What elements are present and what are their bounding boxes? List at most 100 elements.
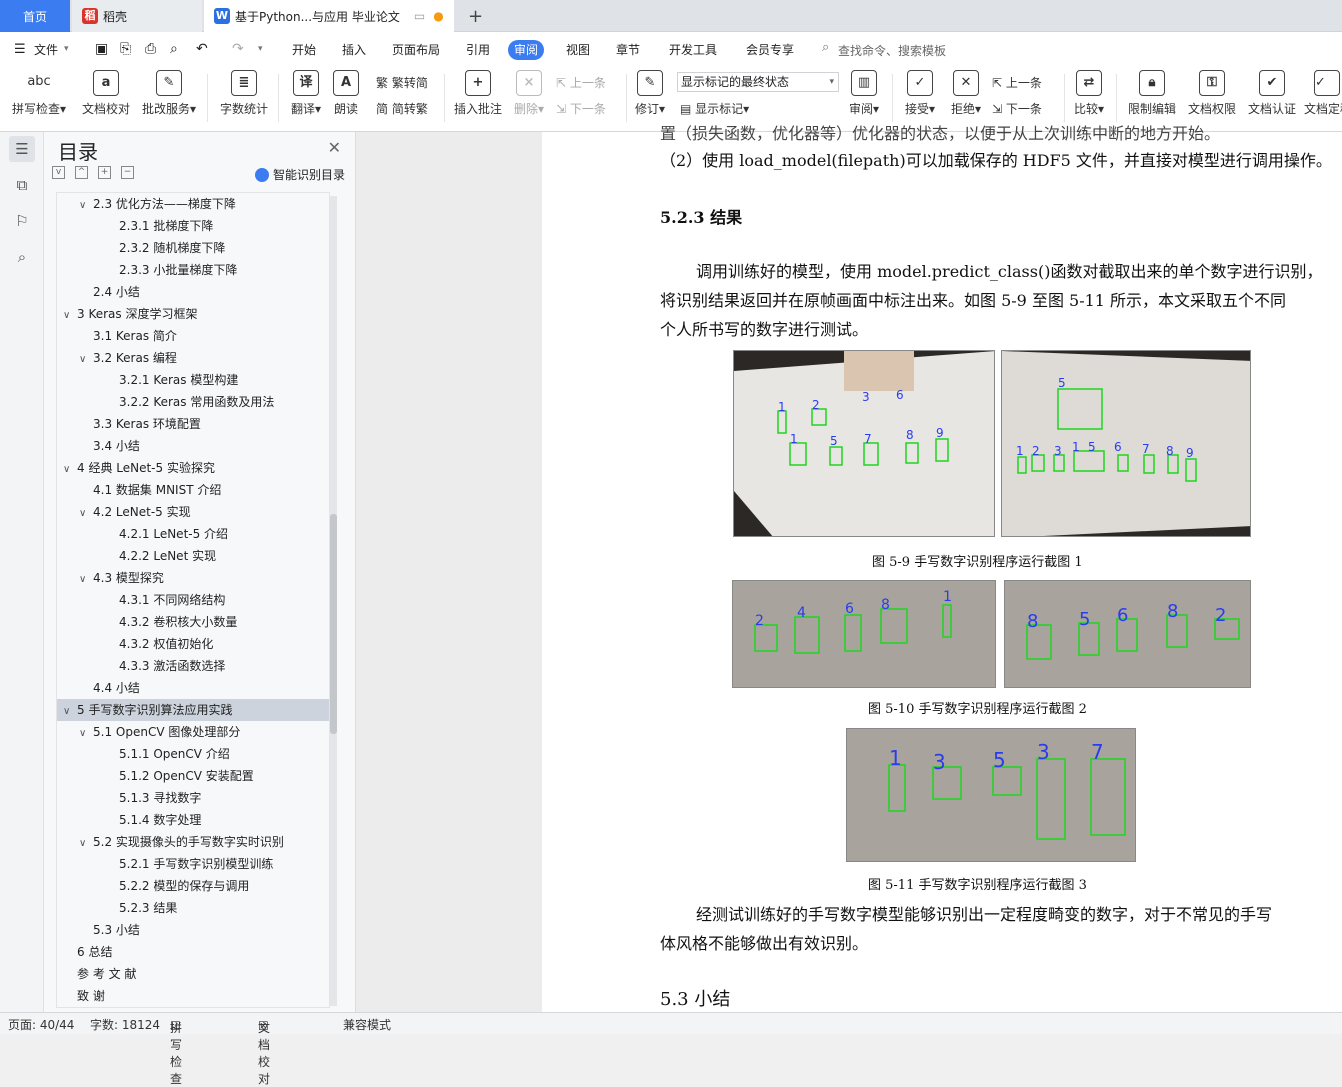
menu-dev-tools[interactable]: 开发工具	[663, 40, 723, 60]
menu-review[interactable]: 审阅	[508, 40, 545, 60]
doc-check-button[interactable]: a 文档校对	[78, 68, 134, 117]
menu-chapter[interactable]: 章节	[610, 40, 646, 60]
find-icon[interactable]: ⌕	[9, 244, 35, 270]
page-indicator[interactable]: 页面: 40/44	[8, 1016, 74, 1033]
toc-scrollbar[interactable]	[330, 196, 337, 1006]
trad-to-simp-button[interactable]: 繁 繁转简	[376, 74, 428, 91]
reject-button[interactable]: ✕ 拒绝▾	[946, 68, 986, 117]
toc-item[interactable]: 3.1 Keras 简介	[57, 325, 329, 347]
toc-item[interactable]: 参 考 文 献	[57, 963, 329, 985]
toc-item[interactable]: 4.1 数据集 MNIST 介绍	[57, 479, 329, 501]
doc-permission-button[interactable]: ⚿ 文档权限	[1184, 68, 1240, 117]
toc-item[interactable]: ∨ 4.2 LeNet-5 实现	[57, 501, 329, 523]
toc-item[interactable]: 4.3.3 激活函数选择	[57, 655, 329, 677]
translate-button[interactable]: 译翻译▾	[286, 68, 326, 117]
undo-icon[interactable]: ↶	[196, 41, 208, 57]
menu-page-layout[interactable]: 页面布局	[386, 40, 446, 60]
read-aloud-button[interactable]: A 朗读	[330, 68, 362, 117]
menu-reference[interactable]: 引用	[460, 40, 496, 60]
spell-check-button[interactable]: abc 拼写检查▾	[8, 68, 70, 117]
collapse-all-icon[interactable]: ^	[75, 166, 88, 179]
review-pane-button[interactable]: ▥ 审阅▾	[846, 68, 882, 117]
toc-item[interactable]: 3.2.2 Keras 常用函数及用法	[57, 391, 329, 413]
prev-change-button[interactable]: ⇱ 上一条	[992, 74, 1042, 91]
toc-item[interactable]: 5.2.1 手写数字识别模型训练	[57, 853, 329, 875]
toc-nav-icon[interactable]: ☰	[9, 136, 35, 162]
toc-item[interactable]: 5.1.4 数字处理	[57, 809, 329, 831]
toc-item[interactable]: 4.3.1 不同网络结构	[57, 589, 329, 611]
toc-item[interactable]: 2.4 小结	[57, 281, 329, 303]
toc-item[interactable]: ∨ 2.3 优化方法——梯度下降	[57, 193, 329, 215]
menu-view[interactable]: 视图	[560, 40, 596, 60]
toc-item[interactable]: 5.1.2 OpenCV 安装配置	[57, 765, 329, 787]
chevron-down-icon[interactable]: ∨	[79, 569, 93, 591]
print-preview-icon[interactable]: ⌕	[170, 41, 178, 57]
screen-icon[interactable]: ▭	[414, 9, 425, 23]
chevron-down-icon[interactable]: ∨	[79, 195, 93, 217]
toc-item[interactable]: ∨ 5.2 实现摄像头的手写数字实时识别	[57, 831, 329, 853]
toc-item[interactable]: ∨ 3 Keras 深度学习框架	[57, 303, 329, 325]
toc-item[interactable]: 致 谢	[57, 985, 329, 1007]
hamburger-icon[interactable]: ☰	[14, 42, 26, 57]
chevron-down-icon[interactable]: ∨	[79, 723, 93, 745]
save-icon[interactable]: ▣	[95, 41, 108, 57]
toc-item[interactable]: 4.4 小结	[57, 677, 329, 699]
doc-auth-button[interactable]: ✔ 文档认证	[1244, 68, 1300, 117]
tab-home[interactable]: 首页	[0, 0, 70, 32]
toc-item[interactable]: 5.2.2 模型的保存与调用	[57, 875, 329, 897]
redo-icon[interactable]: ↷	[232, 41, 244, 57]
toc-item[interactable]: ∨ 5.1 OpenCV 图像处理部分	[57, 721, 329, 743]
quick-more-chevron-icon[interactable]: ▾	[258, 44, 263, 54]
toc-item[interactable]: ∨ 5 手写数字识别算法应用实践	[57, 699, 329, 721]
chevron-down-icon[interactable]: ∨	[79, 349, 93, 371]
accept-button[interactable]: ✓ 接受▾	[900, 68, 940, 117]
new-tab-plus-icon[interactable]: +	[458, 0, 493, 32]
delete-comment-button[interactable]: × 删除▾	[510, 68, 548, 117]
toc-item[interactable]: 4.3.2 权值初始化	[57, 633, 329, 655]
toc-scroll-thumb[interactable]	[330, 514, 337, 734]
chapter-nav-icon[interactable]: ⧉	[9, 172, 35, 198]
chevron-down-icon[interactable]: ∨	[79, 833, 93, 855]
menu-insert[interactable]: 插入	[336, 40, 372, 60]
toc-item[interactable]: ∨ 4 经典 LeNet-5 实验探究	[57, 457, 329, 479]
toc-item[interactable]: 2.3.1 批梯度下降	[57, 215, 329, 237]
toc-item[interactable]: 4.2.2 LeNet 实现	[57, 545, 329, 567]
tab-daoke[interactable]: 稻稻壳	[72, 0, 202, 32]
toc-item[interactable]: 4.2.1 LeNet-5 介绍	[57, 523, 329, 545]
close-icon[interactable]: ✕	[328, 138, 341, 157]
bookmark-icon[interactable]: ⚐	[9, 208, 35, 234]
smart-toc-button[interactable]: 智能识别目录	[254, 166, 345, 183]
document-page[interactable]: 置（损失函数，优化器等）优化器的状态，以便于从上次训练中断的地方开始。 （2）使…	[542, 124, 1342, 1012]
expand-all-icon[interactable]: v	[52, 166, 65, 179]
file-menu[interactable]: 文件	[34, 41, 58, 58]
compare-button[interactable]: ⇄ 比较▾	[1070, 68, 1108, 117]
prev-comment-button[interactable]: ⇱ 上一条	[556, 74, 606, 91]
toc-item[interactable]: 5.2.3 结果	[57, 897, 329, 919]
toc-item[interactable]: 3.3 Keras 环境配置	[57, 413, 329, 435]
next-change-button[interactable]: ⇲ 下一条	[992, 100, 1042, 117]
restrict-edit-button[interactable]: 🔒︎ 限制编辑	[1124, 68, 1180, 117]
markup-state-select[interactable]: 显示标记的最终状态 ▾	[677, 72, 839, 92]
toc-item[interactable]: 2.3.2 随机梯度下降	[57, 237, 329, 259]
print-icon[interactable]: ⎙	[145, 41, 156, 57]
add-level-icon[interactable]: +	[98, 166, 111, 179]
menu-start[interactable]: 开始	[286, 40, 322, 60]
menu-member[interactable]: 会员专享	[740, 40, 800, 60]
toc-item[interactable]: 5.1.3 寻找数字	[57, 787, 329, 809]
show-markup-button[interactable]: ▤ 显示标记▾	[680, 100, 749, 117]
toc-item[interactable]: 2.3.3 小批量梯度下降	[57, 259, 329, 281]
command-search-input[interactable]: 查找命令、搜索模板	[838, 42, 946, 59]
word-count-status[interactable]: 字数: 18124	[90, 1016, 160, 1033]
insert-comment-button[interactable]: + 插入批注	[452, 68, 504, 117]
simp-to-trad-button[interactable]: 简 简转繁	[376, 100, 428, 117]
tab-document[interactable]: W 基于Python...与应用 毕业论文 ▭ ●	[204, 0, 454, 32]
remove-level-icon[interactable]: −	[121, 166, 134, 179]
file-chevron-down-icon[interactable]: ▾	[64, 44, 69, 54]
toc-item[interactable]: 5.3 小结	[57, 919, 329, 941]
toc-item[interactable]: ∨ 3.2 Keras 编程	[57, 347, 329, 369]
toc-item[interactable]: 4.3.2 卷积核大小数量	[57, 611, 329, 633]
chevron-down-icon[interactable]: ∨	[79, 503, 93, 525]
chevron-down-icon[interactable]: ∨	[63, 305, 77, 327]
export-pdf-icon[interactable]: ⎘	[120, 41, 131, 57]
word-count-button[interactable]: ≣ 字数统计	[216, 68, 272, 117]
